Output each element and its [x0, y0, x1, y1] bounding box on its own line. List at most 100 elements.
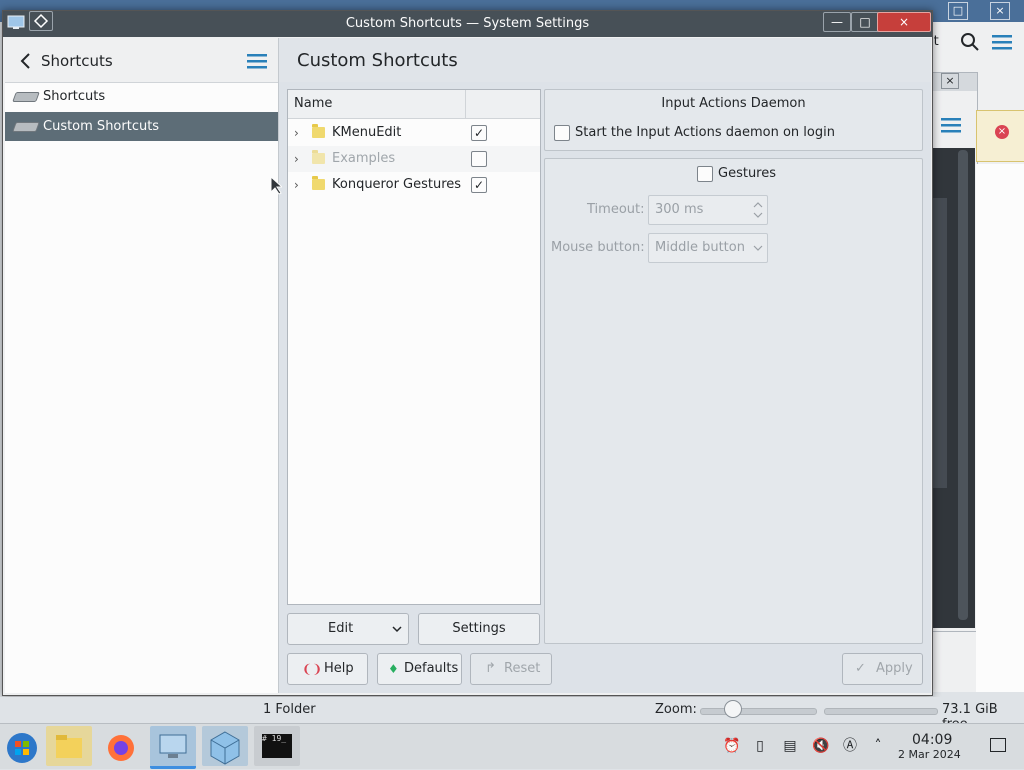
background-dialog-close-button[interactable]: ×	[941, 73, 959, 89]
sidebar: Shortcuts Shortcuts Custom Shortcuts	[5, 38, 278, 693]
clock-time[interactable]: 04:09	[912, 732, 952, 748]
maximize-button[interactable]: □	[851, 12, 879, 32]
input-method-icon[interactable]: Ⓐ	[842, 738, 858, 754]
background-content-area	[976, 164, 1024, 692]
gestures-checkbox[interactable]	[697, 166, 713, 182]
zoom-slider-handle[interactable]	[724, 700, 742, 718]
content-header: Custom Shortcuts	[279, 38, 931, 82]
taskbar: # 19_ ⏰ ▯ ▤ 🔇 Ⓐ ˄ 04:09 2 Mar 2024	[0, 723, 1024, 769]
start-daemon-checkbox[interactable]	[554, 125, 570, 141]
search-icon[interactable]	[960, 32, 980, 52]
settings-button[interactable]: Settings	[418, 613, 540, 645]
hamburger-menu-icon[interactable]	[941, 117, 961, 133]
edit-button-label: Edit	[328, 621, 354, 636]
show-desktop-button[interactable]	[990, 738, 1006, 752]
volume-muted-icon[interactable]: 🔇	[812, 738, 829, 754]
background-close-button[interactable]: ×	[990, 2, 1010, 20]
free-space-bar	[824, 708, 938, 715]
column-divider	[465, 90, 466, 118]
background-scrollbar[interactable]	[958, 150, 968, 620]
keyboard-icon	[12, 92, 40, 102]
hamburger-menu-icon[interactable]	[992, 34, 1012, 50]
apply-label: Apply	[876, 661, 913, 676]
start-daemon-label[interactable]: Start the Input Actions daemon on login	[575, 125, 835, 140]
system-settings-icon	[159, 734, 187, 758]
folder-icon	[312, 150, 325, 164]
system-settings-task[interactable]	[150, 726, 196, 769]
sidebar-item-label: Custom Shortcuts	[43, 119, 160, 134]
virtualbox-task[interactable]	[202, 726, 248, 766]
shortcut-tree: Name › KMenuEdit ✓ › Examples › Konquero…	[287, 89, 541, 605]
background-dialog-titlebar: ×	[931, 73, 977, 91]
expand-chevron-icon[interactable]: ›	[294, 172, 299, 198]
firefox-task[interactable]	[98, 726, 144, 766]
system-settings-window: Custom Shortcuts — System Settings — □ ×…	[2, 10, 933, 696]
mouse-button-select[interactable]: Middle button	[648, 233, 768, 263]
checkmark-icon: ✓	[855, 661, 866, 676]
defaults-button[interactable]: ♦ Defaults	[377, 653, 462, 685]
sidebar-item-shortcuts[interactable]: Shortcuts	[5, 82, 278, 111]
expand-chevron-icon[interactable]: ›	[294, 146, 299, 172]
defaults-label: Defaults	[404, 661, 459, 676]
close-button[interactable]: ×	[877, 12, 931, 32]
tree-row-examples[interactable]: › Examples	[288, 146, 540, 172]
timeout-value: 300 ms	[655, 202, 704, 217]
spin-arrows-icon[interactable]	[753, 200, 763, 220]
keyboard-icon	[12, 122, 40, 132]
konqueror-gestures-checkbox[interactable]: ✓	[471, 177, 487, 193]
folder-icon	[312, 124, 325, 138]
background-dark-pane-content	[931, 198, 947, 488]
edit-dropdown-button[interactable]: Edit	[287, 613, 409, 645]
examples-checkbox[interactable]	[471, 151, 487, 167]
folder-count: 1 Folder	[263, 702, 316, 717]
apply-button[interactable]: ✓ Apply	[842, 653, 923, 685]
file-manager-task[interactable]	[46, 726, 92, 766]
tray-expand-chevron-icon[interactable]: ˄	[870, 738, 886, 754]
clipboard-icon[interactable]: ▯	[752, 738, 768, 754]
zoom-slider-track[interactable]	[700, 708, 817, 715]
expand-chevron-icon[interactable]: ›	[294, 120, 299, 146]
daemon-group-title: Input Actions Daemon	[661, 96, 806, 111]
firefox-icon	[108, 735, 134, 761]
tree-row-kmenuedit[interactable]: › KMenuEdit ✓	[288, 120, 540, 146]
hamburger-menu-icon[interactable]	[247, 53, 267, 69]
kmenuedit-checkbox[interactable]: ✓	[471, 125, 487, 141]
gestures-label[interactable]: Gestures	[718, 166, 776, 181]
tree-row-label: Konqueror Gestures	[332, 177, 462, 192]
background-dark-pane	[931, 148, 975, 628]
tree-row-label: Examples	[332, 151, 396, 166]
timeout-label: Timeout:	[587, 202, 645, 217]
background-toolbar: it	[930, 22, 1024, 62]
tree-row-label: KMenuEdit	[332, 125, 402, 140]
reset-button[interactable]: ↱ Reset	[470, 653, 552, 685]
window-titlebar[interactable]: Custom Shortcuts — System Settings — □ ×	[3, 11, 932, 37]
help-button[interactable]: ❨❩ Help	[287, 653, 368, 685]
window-title: Custom Shortcuts — System Settings	[345, 16, 590, 31]
sidebar-item-custom-shortcuts[interactable]: Custom Shortcuts	[5, 112, 278, 141]
column-header-name[interactable]: Name	[294, 96, 332, 111]
clock-date[interactable]: 2 Mar 2024	[898, 748, 961, 761]
gestures-group: Gestures Timeout: 300 ms Mouse button: M…	[544, 158, 923, 644]
chevron-down-icon	[392, 626, 402, 633]
background-maximize-button[interactable]: □	[948, 2, 968, 20]
error-close-icon[interactable]: ×	[995, 125, 1009, 139]
tree-header: Name	[288, 90, 540, 119]
timeout-spinbox[interactable]: 300 ms	[648, 195, 768, 225]
back-label[interactable]: Shortcuts	[41, 52, 113, 70]
terminal-task[interactable]: # 19_	[254, 726, 300, 766]
notes-icon[interactable]: ▤	[782, 738, 798, 754]
reset-label: Reset	[504, 661, 541, 676]
input-actions-daemon-group: Input Actions Daemon Start the Input Act…	[544, 89, 923, 151]
alarm-icon[interactable]: ⏰	[723, 738, 740, 754]
chevron-down-icon	[753, 245, 763, 251]
defaults-icon: ♦	[388, 662, 399, 676]
back-arrow-icon[interactable]	[19, 52, 31, 70]
minimize-button[interactable]: —	[823, 12, 851, 32]
start-menu-button[interactable]	[0, 726, 46, 766]
page-title: Custom Shortcuts	[297, 50, 458, 71]
mouse-button-value: Middle button	[655, 240, 745, 255]
folder-icon	[312, 176, 325, 190]
zoom-label: Zoom:	[655, 702, 697, 717]
sidebar-item-label: Shortcuts	[43, 89, 106, 104]
tree-row-konqueror-gestures[interactable]: › Konqueror Gestures ✓	[288, 172, 540, 198]
